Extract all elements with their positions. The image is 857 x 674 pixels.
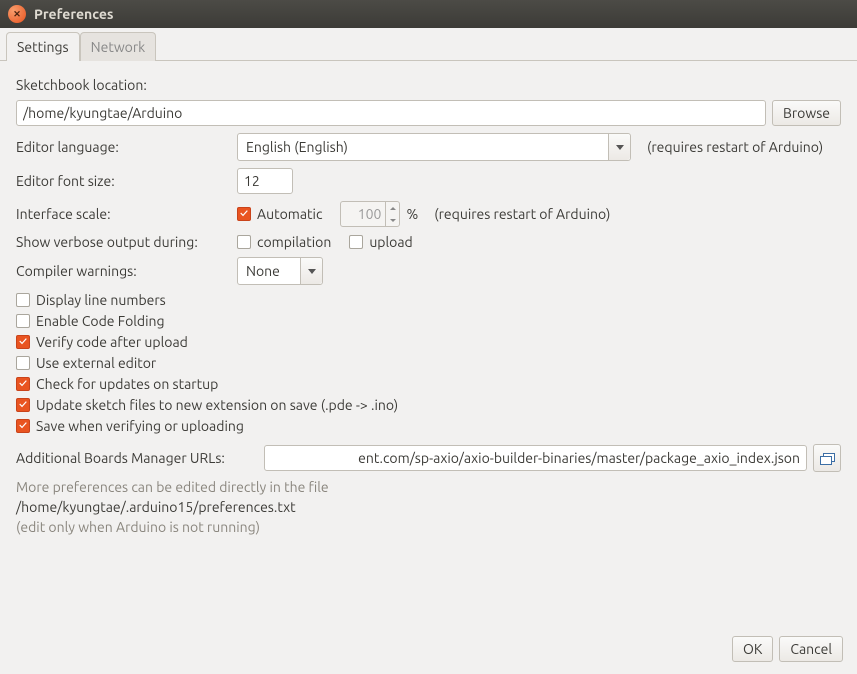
close-icon[interactable] (8, 5, 26, 23)
checkbox-icon (16, 419, 30, 433)
interface-scale-label: Interface scale: (16, 206, 231, 222)
external-editor-checkbox[interactable]: Use external editor (16, 355, 156, 371)
checkbox-icon (16, 293, 30, 307)
verify-checkbox[interactable]: Verify code after upload (16, 334, 188, 350)
scale-value (341, 202, 385, 226)
checkbox-icon (237, 207, 251, 221)
update-ext-checkbox[interactable]: Update sketch files to new extension on … (16, 397, 398, 413)
checkbox-icon (16, 377, 30, 391)
code-folding-label: Enable Code Folding (36, 313, 165, 329)
line-numbers-checkbox[interactable]: Display line numbers (16, 292, 166, 308)
cancel-button[interactable]: Cancel (779, 636, 843, 662)
scale-spinner[interactable] (340, 201, 400, 227)
verify-label: Verify code after upload (36, 334, 188, 350)
external-editor-label: Use external editor (36, 355, 156, 371)
prefs-path: /home/kyungtae/.arduino15/preferences.tx… (16, 499, 841, 515)
font-size-input[interactable] (237, 168, 293, 194)
automatic-scale-checkbox[interactable]: Automatic (237, 206, 322, 222)
scale-hint: (requires restart of Arduino) (434, 206, 610, 222)
compilation-label: compilation (257, 234, 331, 250)
editor-language-select[interactable]: English (English) (237, 133, 631, 161)
verbose-label: Show verbose output during: (16, 234, 231, 250)
compiler-warnings-select[interactable]: None (237, 257, 323, 285)
check-updates-checkbox[interactable]: Check for updates on startup (16, 376, 218, 392)
language-hint: (requires restart of Arduino) (647, 139, 823, 155)
percent-label: % (406, 206, 418, 222)
sketchbook-label: Sketchbook location: (16, 77, 147, 93)
spinner-up-icon[interactable] (386, 202, 399, 214)
editor-language-label: Editor language: (16, 139, 231, 155)
more-prefs-text: More preferences can be edited directly … (16, 479, 841, 495)
window-icon (820, 453, 834, 463)
upload-label: upload (369, 234, 412, 250)
expand-urls-button[interactable] (813, 444, 841, 472)
editor-language-value: English (English) (238, 134, 608, 160)
spinner-down-icon[interactable] (386, 214, 399, 226)
tab-settings[interactable]: Settings (6, 32, 80, 61)
check-updates-label: Check for updates on startup (36, 376, 218, 392)
automatic-label: Automatic (257, 206, 322, 222)
tabs: Settings Network (0, 28, 857, 61)
ok-button[interactable]: OK (732, 636, 773, 662)
checkbox-icon (16, 314, 30, 328)
sketchbook-path-input[interactable] (16, 100, 766, 126)
save-verify-label: Save when verifying or uploading (36, 418, 244, 434)
compiler-warnings-label: Compiler warnings: (16, 263, 231, 279)
edit-note: (edit only when Arduino is not running) (16, 519, 841, 535)
checkbox-icon (349, 235, 363, 249)
dialog-footer: OK Cancel (0, 624, 857, 674)
chevron-down-icon[interactable] (300, 258, 322, 284)
line-numbers-label: Display line numbers (36, 292, 166, 308)
save-verify-checkbox[interactable]: Save when verifying or uploading (16, 418, 244, 434)
compiler-warnings-value: None (238, 258, 300, 284)
upload-checkbox[interactable]: upload (349, 234, 412, 250)
font-size-label: Editor font size: (16, 173, 231, 189)
chevron-down-icon[interactable] (608, 134, 630, 160)
tab-network[interactable]: Network (80, 32, 157, 61)
checkbox-icon (16, 335, 30, 349)
boards-urls-input[interactable] (264, 445, 807, 471)
boards-urls-label: Additional Boards Manager URLs: (16, 450, 258, 466)
titlebar: Preferences (0, 0, 857, 28)
window-title: Preferences (34, 6, 114, 22)
checkbox-icon (16, 398, 30, 412)
compilation-checkbox[interactable]: compilation (237, 234, 331, 250)
update-ext-label: Update sketch files to new extension on … (36, 397, 398, 413)
checkbox-icon (237, 235, 251, 249)
browse-button[interactable]: Browse (772, 100, 841, 126)
checkbox-icon (16, 356, 30, 370)
settings-panel: Sketchbook location: Browse Editor langu… (0, 61, 857, 624)
code-folding-checkbox[interactable]: Enable Code Folding (16, 313, 165, 329)
